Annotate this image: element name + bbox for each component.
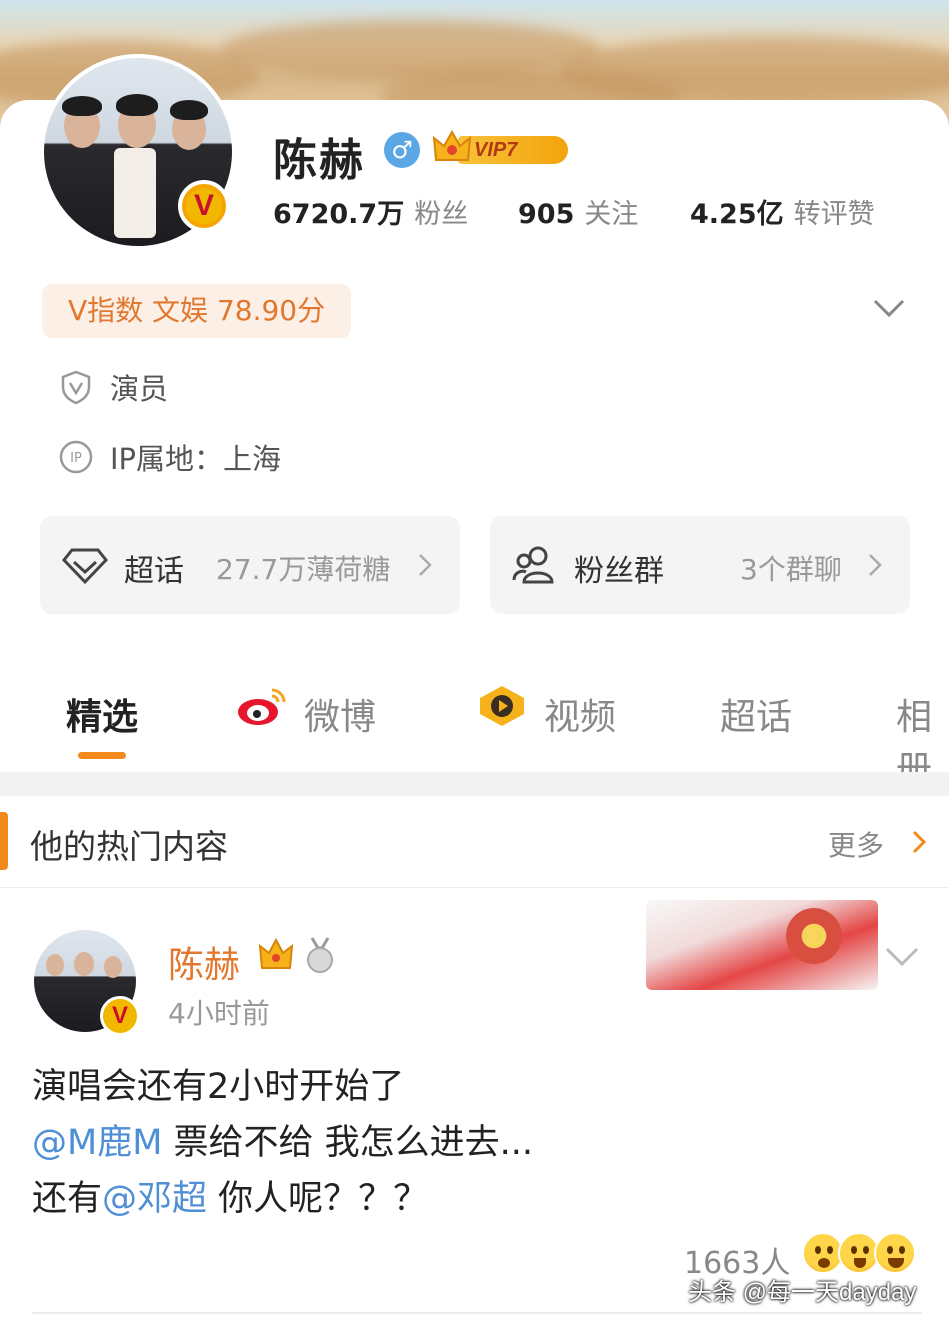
- weibo-icon: [238, 688, 286, 725]
- occupation-row: 演员: [58, 366, 168, 408]
- profile-name: 陈赫: [273, 135, 365, 186]
- section-accent-bar: [0, 812, 8, 870]
- post-text-line-2: @M鹿M 票给不给 我怎么进去...: [32, 1114, 533, 1165]
- post-text-segment: 演唱会还有2小时开始了: [32, 1067, 405, 1107]
- medal-icon: [307, 937, 333, 973]
- diamond-icon: [62, 548, 108, 585]
- post-bottom-divider: [32, 1312, 922, 1314]
- watermark-text: 头条 @每一天dayday: [688, 1279, 917, 1306]
- crown-icon: [432, 130, 472, 161]
- chevron-down-icon[interactable]: [872, 296, 906, 320]
- tab-weibo[interactable]: 微博: [304, 688, 376, 740]
- chevron-right-icon: [419, 554, 432, 576]
- verified-badge-icon: V: [178, 180, 230, 232]
- chevron-down-icon[interactable]: [884, 944, 920, 970]
- grin-emoji-icon: [874, 1232, 916, 1274]
- verified-badge-icon: V: [100, 996, 140, 1036]
- profile-tabs: 精选 微博 视频 超话 相册: [0, 670, 949, 790]
- super-topic-count: 27.7万薄荷糖: [216, 553, 391, 586]
- tab-super-topic[interactable]: 超话: [720, 688, 792, 740]
- shield-icon: [61, 370, 91, 405]
- section-divider: [0, 772, 949, 796]
- mention-link[interactable]: @邓超: [102, 1179, 207, 1219]
- active-tab-indicator: [78, 752, 126, 759]
- post-text-line-3: 还有@邓超 你人呢？？？: [32, 1170, 428, 1221]
- svg-text:IP: IP: [70, 451, 82, 466]
- vip-label: VIP7: [458, 136, 568, 164]
- section-title: 他的热门内容: [30, 827, 228, 866]
- engagement-stat: 4.25亿 转评赞: [690, 199, 875, 230]
- post-author[interactable]: 陈赫: [168, 936, 240, 988]
- fan-group-card[interactable]: 粉丝群 3个群聊: [490, 516, 910, 614]
- post-text-segment: 你人呢？？？: [207, 1179, 429, 1219]
- post-text-segment: 票给不给 我怎么进去...: [162, 1123, 534, 1163]
- post-decoration-flag: [646, 900, 878, 990]
- following-stat[interactable]: 905 关注: [518, 192, 638, 231]
- post-timestamp: 4小时前: [168, 997, 270, 1030]
- super-topic-card[interactable]: 超话 27.7万薄荷糖: [40, 516, 460, 614]
- tab-video[interactable]: 视频: [544, 688, 616, 740]
- male-icon: ♂: [384, 132, 420, 168]
- more-link[interactable]: 更多: [828, 824, 884, 864]
- mention-link[interactable]: @M鹿M: [32, 1123, 162, 1163]
- chevron-right-icon: [869, 554, 882, 576]
- post-text-segment: 还有: [32, 1179, 103, 1219]
- fan-group-title: 粉丝群: [574, 554, 664, 589]
- ip-location-row: IP IP属地：上海: [58, 436, 281, 478]
- video-icon: [480, 686, 524, 726]
- crown-icon: [258, 938, 294, 969]
- ip-location-text: IP属地：上海: [110, 442, 282, 476]
- post-card[interactable]: V 陈赫 4小时前 演唱会还有2小时开始了 @M鹿M 票给不给 我怎么进去...…: [0, 888, 949, 1323]
- followers-stat[interactable]: 6720.7万 粉丝: [273, 192, 468, 231]
- super-topic-title: 超话: [124, 554, 184, 589]
- tab-featured[interactable]: 精选: [66, 688, 138, 740]
- post-text-line-1: 演唱会还有2小时开始了: [32, 1058, 404, 1109]
- ip-icon: IP: [59, 440, 93, 474]
- chevron-right-icon[interactable]: [910, 828, 928, 856]
- fan-group-count: 3个群聊: [740, 553, 842, 586]
- v-index-badge[interactable]: V指数 文娱 78.90分: [42, 284, 352, 338]
- occupation-text: 演员: [110, 372, 169, 406]
- hot-content-header: 他的热门内容 更多: [0, 796, 949, 888]
- group-icon: [512, 546, 554, 584]
